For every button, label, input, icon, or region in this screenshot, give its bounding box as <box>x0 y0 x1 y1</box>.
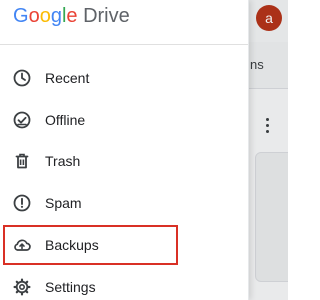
nav-item-spam[interactable]: Spam <box>0 183 248 223</box>
nav-item-recent[interactable]: Recent <box>0 58 248 98</box>
nav-item-label: Recent <box>45 70 90 86</box>
screen: a ns Google Drive Recent Offline Trash S… <box>0 0 288 300</box>
spam-icon <box>12 193 32 213</box>
nav-item-trash[interactable]: Trash <box>0 141 248 181</box>
nav-item-label: Settings <box>45 279 96 295</box>
google-drive-logo: Google Drive <box>13 5 130 27</box>
nav-item-backups[interactable]: Backups <box>0 225 248 265</box>
nav-item-offline[interactable]: Offline <box>0 100 248 140</box>
offline-check-icon <box>12 110 32 130</box>
trash-icon <box>12 151 32 171</box>
nav-item-label: Trash <box>45 153 81 169</box>
nav-item-label: Offline <box>45 112 86 128</box>
drawer-header-divider <box>0 44 248 45</box>
gear-icon <box>12 277 32 297</box>
nav-item-settings[interactable]: Settings <box>0 267 248 300</box>
navigation-drawer: Google Drive Recent Offline Trash Spam B… <box>0 0 249 300</box>
cloud-upload-icon <box>12 235 32 255</box>
nav-item-label: Spam <box>45 195 82 211</box>
nav-item-label: Backups <box>45 237 99 253</box>
clock-icon <box>12 68 32 88</box>
